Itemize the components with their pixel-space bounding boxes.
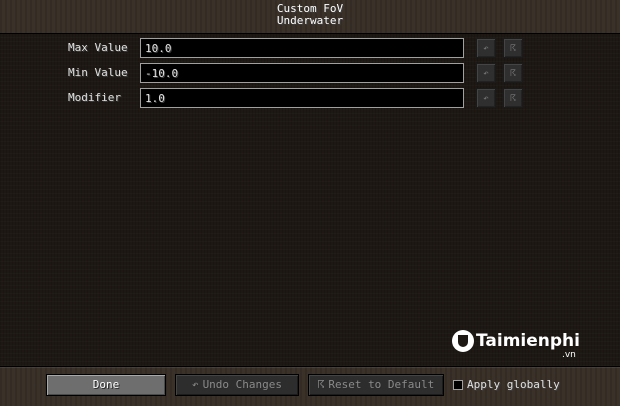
setting-label: Min Value bbox=[68, 66, 128, 79]
apply-globally-checkbox[interactable] bbox=[453, 380, 463, 390]
header-bar: Custom FoV Underwater bbox=[0, 0, 620, 34]
setting-label: Max Value bbox=[68, 41, 128, 54]
settings-list[interactable]: Max Value ↶ ☈ Min Value ↶ ☈ Modifier ↶ ☈ bbox=[0, 34, 620, 366]
reset-icon[interactable]: ☈ bbox=[503, 63, 523, 83]
reset-to-default-button[interactable]: ☈ Reset to Default bbox=[308, 374, 444, 396]
config-screen: Custom FoV Underwater Max Value ↶ ☈ Min … bbox=[0, 0, 620, 406]
apply-globally-label[interactable]: Apply globally bbox=[467, 379, 560, 391]
setting-row-modifier: Modifier ↶ ☈ bbox=[0, 88, 620, 110]
done-button[interactable]: Done bbox=[46, 374, 166, 396]
watermark-emblem-icon bbox=[452, 330, 474, 352]
modifier-input[interactable] bbox=[140, 88, 464, 108]
undo-changes-label: Undo Changes bbox=[202, 378, 283, 391]
reset-icon[interactable]: ☈ bbox=[503, 38, 523, 58]
footer-bar: Done ↶ Undo Changes ☈ Reset to Default App… bbox=[0, 366, 620, 406]
watermark-logo: Taimienphi .vn bbox=[452, 330, 592, 364]
reset-icon[interactable]: ☈ bbox=[503, 88, 523, 108]
max-value-input[interactable] bbox=[140, 38, 464, 58]
setting-label: Modifier bbox=[68, 91, 121, 104]
undo-arrow-icon[interactable]: ↶ bbox=[476, 63, 496, 83]
undo-arrow-icon[interactable]: ↶ bbox=[476, 88, 496, 108]
undo-arrow-icon: ↶ bbox=[191, 378, 199, 391]
undo-arrow-icon[interactable]: ↶ bbox=[476, 38, 496, 58]
screen-subtitle: Underwater bbox=[276, 14, 344, 27]
setting-row-max-value: Max Value ↶ ☈ bbox=[0, 38, 620, 60]
reset-to-default-label: Reset to Default bbox=[328, 378, 435, 391]
undo-changes-button[interactable]: ↶ Undo Changes bbox=[175, 374, 299, 396]
reset-icon: ☈ bbox=[317, 378, 325, 391]
watermark-text: Taimienphi bbox=[476, 331, 580, 351]
min-value-input[interactable] bbox=[140, 63, 464, 83]
setting-row-min-value: Min Value ↶ ☈ bbox=[0, 63, 620, 85]
watermark-suffix: .vn bbox=[562, 350, 576, 360]
